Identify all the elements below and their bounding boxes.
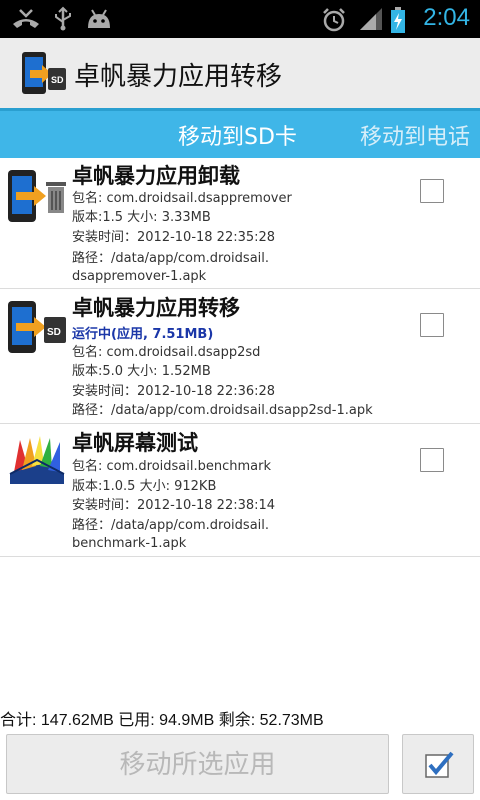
list-item[interactable]: SD 卓帆暴力应用转移 运行中(应用, 7.51MB) 包名: com.droi… xyxy=(0,289,480,424)
app-install-time: 安装时间：2012-10-18 22:38:14 xyxy=(72,498,276,513)
tab-move-to-sd[interactable]: 移动到SD卡 xyxy=(178,119,297,151)
svg-text:SD: SD xyxy=(51,75,64,85)
storage-summary: 合计: 147.62MB 已用: 94.9MB 剩余: 52.73MB xyxy=(0,712,324,729)
svg-text:SD: SD xyxy=(47,327,61,338)
app-select-checkbox[interactable] xyxy=(420,179,444,203)
list-item[interactable]: 卓帆暴力应用卸载 包名: com.droidsail.dsappremover … xyxy=(0,158,480,289)
app-select-checkbox[interactable] xyxy=(420,313,444,337)
app-path: 路径：/data/app/com.droidsail.dsapp2sd-1.ap… xyxy=(72,403,373,418)
app-package: 包名: com.droidsail.benchmark xyxy=(72,459,272,474)
app-package: 包名: com.droidsail.dsapp2sd xyxy=(72,345,261,360)
app-install-time: 安装时间：2012-10-18 22:35:28 xyxy=(72,230,276,245)
app-mover-icon: SD xyxy=(8,301,66,353)
list-item[interactable]: 卓帆屏幕测试 包名: com.droidsail.benchmark 版本:1.… xyxy=(0,424,480,557)
app-select-checkbox[interactable] xyxy=(420,448,444,472)
signal-icon xyxy=(360,8,382,30)
app-path-cont: dsappremover-1.apk xyxy=(72,269,207,284)
app-name: 卓帆屏幕测试 xyxy=(72,431,198,455)
app-path: 路径：/data/app/com.droidsail. xyxy=(72,251,270,266)
app-title-bar: SD 卓帆暴力应用转移 xyxy=(0,38,480,108)
clock: 2:04 xyxy=(423,4,470,31)
app-benchmark-icon xyxy=(9,436,65,484)
move-selected-button[interactable]: 移动所选应用 xyxy=(6,734,389,794)
app-list: 卓帆暴力应用卸载 包名: com.droidsail.dsappremover … xyxy=(0,158,480,557)
app-version-size: 版本:5.0 大小: 1.52MB xyxy=(72,364,211,379)
app-path-cont: benchmark-1.apk xyxy=(72,536,187,551)
select-all-button[interactable] xyxy=(402,734,474,794)
battery-charging-icon xyxy=(391,7,405,33)
usb-icon xyxy=(55,6,71,31)
app-running-status: 运行中(应用, 7.51MB) xyxy=(72,327,214,342)
app-package: 包名: com.droidsail.dsappremover xyxy=(72,191,292,206)
checkmark-icon xyxy=(425,751,454,778)
app-remover-icon xyxy=(8,170,66,222)
status-bar: 2:04 xyxy=(0,0,480,38)
app-title: 卓帆暴力应用转移 xyxy=(74,62,283,92)
app-version-size: 版本:1.5 大小: 3.33MB xyxy=(72,210,211,225)
app-version-size: 版本:1.0.5 大小: 912KB xyxy=(72,479,217,494)
android-debug-icon xyxy=(88,9,110,28)
app-name: 卓帆暴力应用卸载 xyxy=(72,164,240,188)
app-install-time: 安装时间：2012-10-18 22:36:28 xyxy=(72,384,276,399)
alarm-icon xyxy=(323,8,345,32)
app-logo-icon: SD xyxy=(22,52,66,94)
tab-move-to-phone[interactable]: 移动到电话 xyxy=(360,119,470,151)
tab-bar: 移动到SD卡 移动到电话 xyxy=(0,108,480,158)
app-path: 路径：/data/app/com.droidsail. xyxy=(72,518,270,533)
missed-call-icon xyxy=(13,9,39,28)
app-name: 卓帆暴力应用转移 xyxy=(72,296,240,320)
